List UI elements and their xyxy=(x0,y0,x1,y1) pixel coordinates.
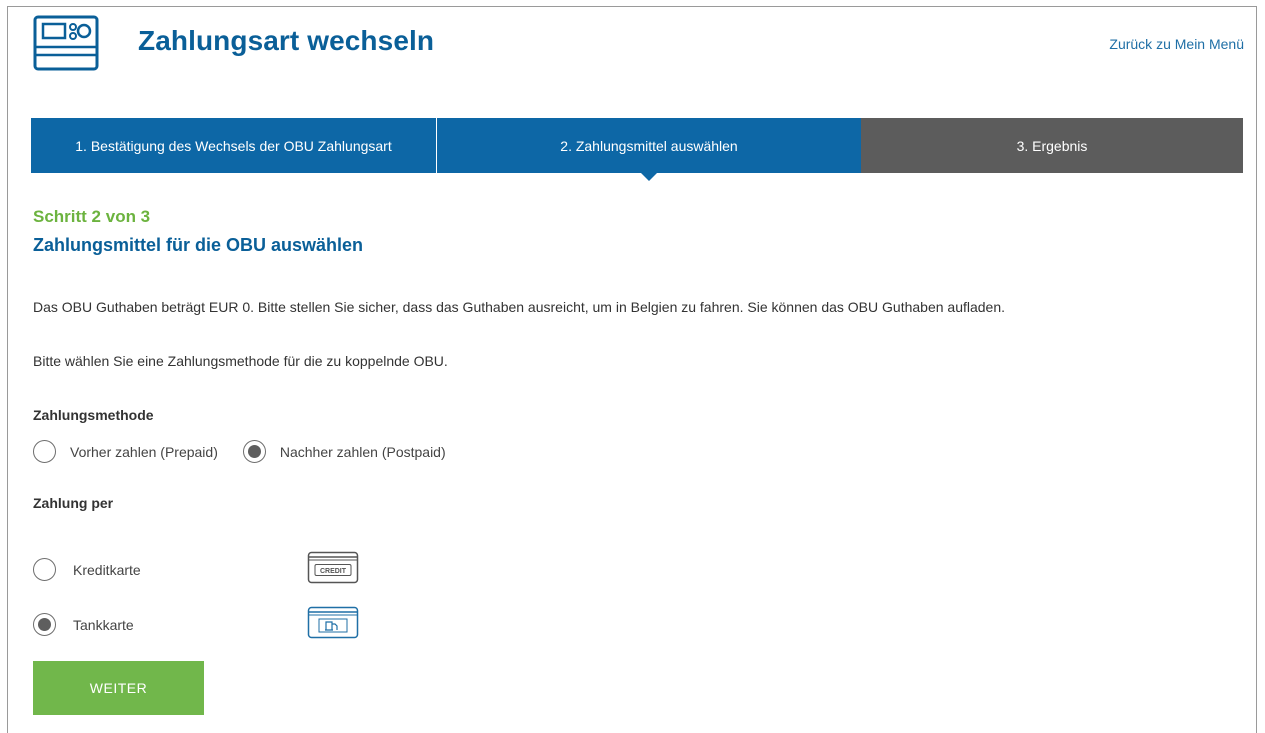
step-tab-confirmation[interactable]: 1. Bestätigung des Wechsels der OBU Zahl… xyxy=(31,118,436,173)
weiter-button[interactable]: WEITER xyxy=(33,661,204,715)
payment-method-options: Vorher zahlen (Prepaid) Nachher zahlen (… xyxy=(33,440,446,463)
credit-card-icon-text: CREDIT xyxy=(320,568,347,575)
step-tab-result[interactable]: 3. Ergebnis xyxy=(861,118,1243,173)
section-heading: Zahlungsmittel für die OBU auswählen xyxy=(33,235,364,255)
balance-info-text: Das OBU Guthaben beträgt EUR 0. Bitte st… xyxy=(33,299,1006,315)
step-tab-label: 1. Bestätigung des Wechsels der OBU Zahl… xyxy=(75,137,392,154)
credit-card-radio[interactable] xyxy=(33,558,56,581)
obu-device-icon xyxy=(33,15,99,71)
header: Zahlungsart wechseln Zurück zu Mein Menü xyxy=(8,7,1256,87)
active-step-indicator xyxy=(641,173,657,181)
instruction-text: Bitte wählen Sie eine Zahlungsmethode fü… xyxy=(33,353,448,369)
main-content: Schritt 2 von 3 Zahlungsmittel für die O… xyxy=(33,207,1233,715)
prepaid-radio[interactable] xyxy=(33,440,56,463)
fuel-card-radio[interactable] xyxy=(33,613,56,636)
postpaid-radio-label[interactable]: Nachher zahlen (Postpaid) xyxy=(280,444,446,460)
fuel-card-icon xyxy=(307,606,359,639)
payment-method-label: Zahlungsmethode xyxy=(33,407,154,423)
back-to-menu-link[interactable]: Zurück zu Mein Menü xyxy=(1109,36,1244,52)
step-tab-label: 3. Ergebnis xyxy=(1016,137,1088,154)
step-tab-label: 2. Zahlungsmittel auswählen xyxy=(560,137,738,154)
payment-by-label: Zahlung per xyxy=(33,495,114,511)
page-frame: Zahlungsart wechseln Zurück zu Mein Menü… xyxy=(7,6,1257,733)
prepaid-radio-label[interactable]: Vorher zahlen (Prepaid) xyxy=(70,444,218,460)
payment-by-fuel-option: Tankkarte xyxy=(33,613,134,636)
fuel-card-radio-label[interactable]: Tankkarte xyxy=(73,617,134,633)
step-tab-select-payment[interactable]: 2. Zahlungsmittel auswählen xyxy=(436,118,861,181)
credit-card-icon: CREDIT xyxy=(307,551,359,584)
radio-selected-dot xyxy=(247,445,261,458)
step-progress-bar: 1. Bestätigung des Wechsels der OBU Zahl… xyxy=(31,118,1243,181)
step-counter: Schritt 2 von 3 xyxy=(33,207,151,226)
payment-by-credit-option: Kreditkarte xyxy=(33,558,141,581)
radio-selected-dot xyxy=(38,618,51,631)
page-title: Zahlungsart wechseln xyxy=(138,25,435,56)
credit-card-radio-label[interactable]: Kreditkarte xyxy=(73,562,141,578)
postpaid-radio[interactable] xyxy=(242,440,266,463)
